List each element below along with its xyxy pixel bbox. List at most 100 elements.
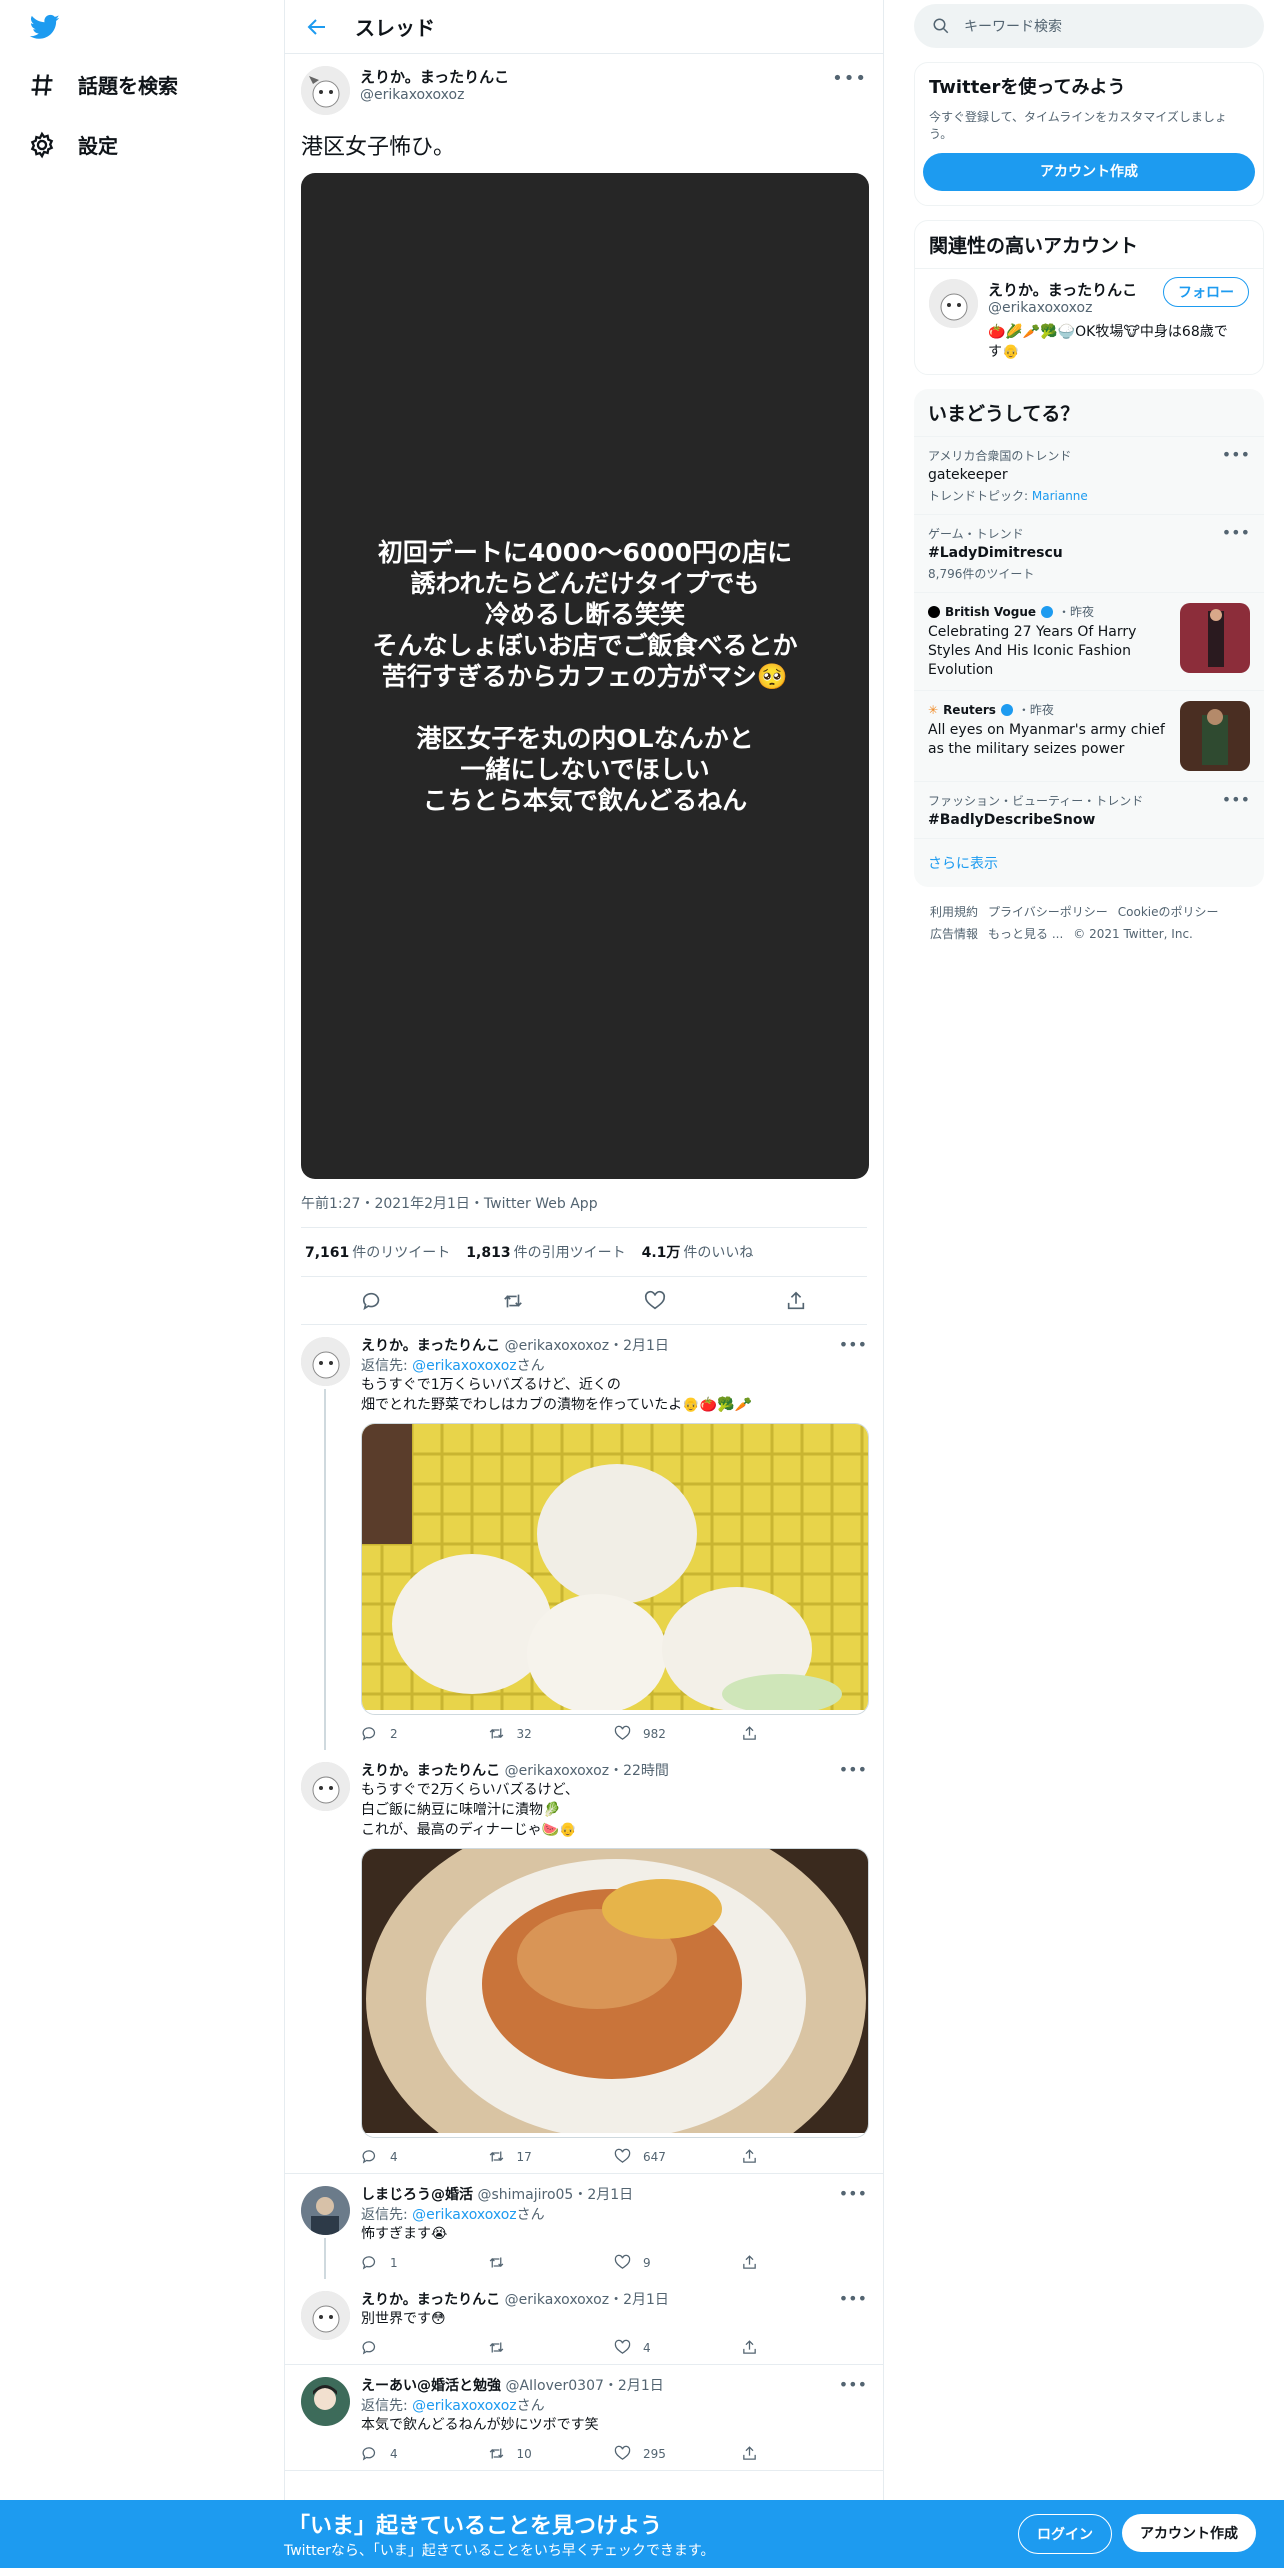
reply-author-handle[interactable]: @erikaxoxoxoz <box>505 1338 609 1354</box>
reply-to-link[interactable]: @erikaxoxoxoz <box>412 2207 516 2223</box>
retweet-icon[interactable] <box>502 1290 524 1312</box>
follow-button[interactable]: フォロー <box>1163 277 1249 307</box>
nav-explore[interactable]: 話題を検索 <box>28 70 178 99</box>
reply-author-handle[interactable]: @erikaxoxoxoz <box>505 2292 609 2308</box>
reply-tweet[interactable]: えりか。まったりんこ @erikaxoxoxoz・22時間 ••• もうすぐで2… <box>285 1750 883 2174</box>
like-button[interactable]: 982 <box>614 1725 741 1742</box>
twitter-logo-icon[interactable] <box>28 12 62 42</box>
avatar[interactable] <box>301 2291 350 2340</box>
reply-to-link[interactable]: @erikaxoxoxoz <box>412 1358 516 1374</box>
tweet-timestamp[interactable]: 午前1:27・2021年2月1日・Twitter Web App <box>301 1179 867 1228</box>
signup-banner: 「いま」起きていることを見つけよう Twitterなら、「いま」起きていることを… <box>0 2500 1284 2568</box>
like-count[interactable]: 4.1万 件のいいね <box>642 1242 754 1262</box>
reply-button[interactable]: 4 <box>361 2148 488 2165</box>
more-options-icon[interactable]: ••• <box>1222 445 1250 464</box>
author-name[interactable]: えりか。まったりんこ <box>360 66 509 87</box>
retweet-button[interactable] <box>488 2339 615 2356</box>
reply-tweet[interactable]: えーあい@婚活と勉強 @AIlover0307・2月1日 ••• 返信先: @e… <box>285 2365 883 2471</box>
quote-count[interactable]: 1,813 件の引用ツイート <box>466 1242 625 1262</box>
reply-icon[interactable] <box>361 1290 383 1312</box>
more-options-icon[interactable]: ••• <box>1222 523 1250 542</box>
news-item[interactable]: ✳ Reuters ・昨夜 All eyes on Myanmar's army c… <box>914 690 1264 781</box>
related-account[interactable]: えりか。まったりんこ @erikaxoxoxoz 🍅🌽🥕🥦🍚OK牧場🐮中身は68… <box>915 268 1263 374</box>
reply-author-handle[interactable]: @shimajiro05 <box>477 2187 573 2203</box>
login-button[interactable]: ログイン <box>1018 2514 1112 2554</box>
reply-to-line: 返信先: @erikaxoxoxozさん <box>361 2398 545 2414</box>
share-button[interactable] <box>741 2339 868 2356</box>
more-options-icon[interactable]: ••• <box>839 2375 867 2394</box>
like-button[interactable]: 9 <box>614 2254 741 2271</box>
avatar[interactable] <box>929 279 978 328</box>
share-icon[interactable] <box>785 1290 807 1312</box>
create-account-button[interactable]: アカウント作成 <box>923 153 1255 191</box>
more-options-icon[interactable]: ••• <box>832 68 867 89</box>
more-options-icon[interactable]: ••• <box>839 2184 867 2203</box>
reply-time[interactable]: ・22時間 <box>609 1763 669 1779</box>
reply-author-name[interactable]: えーあい@婚活と勉強 <box>361 2378 501 2394</box>
reply-tweet[interactable]: えりか。まったりんこ @erikaxoxoxoz・2月1日 ••• 別世界です😳… <box>285 2279 883 2365</box>
reply-button[interactable]: 4 <box>361 2445 488 2462</box>
trend-item[interactable]: ゲーム・トレンド #LadyDimitrescu 8,796件のツイート ••• <box>914 514 1264 592</box>
avatar[interactable] <box>301 2186 350 2235</box>
footer-link[interactable]: 利用規約 <box>930 905 978 919</box>
reply-time[interactable]: ・2月1日 <box>609 2292 669 2308</box>
nav-settings[interactable]: 設定 <box>28 130 118 159</box>
story-line: 初回デートに4000〜6000円の店に <box>377 537 793 567</box>
signup-button[interactable]: アカウント作成 <box>1122 2514 1256 2552</box>
retweet-button[interactable]: 10 <box>488 2445 615 2462</box>
trend-topic-link[interactable]: Marianne <box>1032 489 1088 503</box>
reply-to-link[interactable]: @erikaxoxoxoz <box>412 2398 516 2414</box>
show-more-link[interactable]: さらに表示 <box>914 838 1264 887</box>
reply-button[interactable] <box>361 2339 488 2356</box>
search-box[interactable]: キーワード検索 <box>914 4 1264 48</box>
share-button[interactable] <box>741 2148 868 2165</box>
like-icon[interactable] <box>644 1290 666 1312</box>
like-button[interactable]: 647 <box>614 2148 741 2165</box>
reply-author-name[interactable]: えりか。まったりんこ <box>361 2292 500 2308</box>
more-options-icon[interactable]: ••• <box>839 1335 867 1354</box>
like-icon <box>614 2148 631 2163</box>
avatar[interactable] <box>301 1337 350 1386</box>
tweet-image[interactable]: 初回デートに4000〜6000円の店に 誘われたらどんだけタイプでも 冷めるし断… <box>301 173 869 1179</box>
reply-button[interactable]: 2 <box>361 1725 488 1742</box>
reply-author-handle[interactable]: @AIlover0307 <box>505 2378 603 2394</box>
tweet-photo-turnips[interactable] <box>361 1423 869 1715</box>
like-button[interactable]: 295 <box>614 2445 741 2462</box>
trend-item[interactable]: アメリカ合衆国のトレンド gatekeeper トレンドトピック: Marian… <box>914 436 1264 514</box>
share-button[interactable] <box>741 2254 868 2271</box>
retweet-button[interactable]: 32 <box>488 1725 615 1742</box>
reply-author-name[interactable]: えりか。まったりんこ <box>361 1338 500 1354</box>
retweet-button[interactable] <box>488 2254 615 2271</box>
share-button[interactable] <box>741 1725 868 1742</box>
footer-link[interactable]: Cookieのポリシー <box>1118 905 1219 919</box>
reply-author-name[interactable]: しまじろう@婚活 <box>361 2187 473 2203</box>
footer-link[interactable]: プライバシーポリシー <box>988 905 1108 919</box>
footer-link[interactable]: 広告情報 <box>930 927 978 941</box>
trend-item[interactable]: ファッション・ビューティー・トレンド #BadlyDescribeSnow ••… <box>914 781 1264 838</box>
more-options-icon[interactable]: ••• <box>1222 790 1250 809</box>
author-handle[interactable]: @erikaxoxoxoz <box>360 87 509 103</box>
more-options-icon[interactable]: ••• <box>839 1760 867 1779</box>
avatar[interactable] <box>301 2377 350 2426</box>
news-item[interactable]: British Vogue ・昨夜 Celebrating 27 Years Of… <box>914 592 1264 690</box>
like-button[interactable]: 4 <box>614 2339 741 2356</box>
retweet-button[interactable]: 17 <box>488 2148 615 2165</box>
footer-link[interactable]: もっと見る ... <box>988 927 1063 941</box>
reply-button[interactable]: 1 <box>361 2254 488 2271</box>
avatar[interactable] <box>301 1762 350 1811</box>
reply-author-handle[interactable]: @erikaxoxoxoz <box>505 1763 609 1779</box>
more-options-icon[interactable]: ••• <box>839 2289 867 2308</box>
reply-author-name[interactable]: えりか。まったりんこ <box>361 1763 500 1779</box>
reply-tweet[interactable]: えりか。まったりんこ @erikaxoxoxoz・2月1日 ••• 返信先: @… <box>285 1325 883 1750</box>
reply-tweet[interactable]: しまじろう@婚活 @shimajiro05・2月1日 ••• 返信先: @eri… <box>285 2174 883 2279</box>
avatar[interactable] <box>301 66 350 115</box>
retweet-count[interactable]: 7,161 件のリツイート <box>305 1242 450 1262</box>
banner-subtitle: Twitterなら、「いま」起きていることをいち早くチェックできます。 <box>284 2543 715 2559</box>
reply-time[interactable]: ・2月1日 <box>604 2378 664 2394</box>
share-button[interactable] <box>741 2445 868 2462</box>
reply-time[interactable]: ・2月1日 <box>609 1338 669 1354</box>
retweet-icon <box>489 2342 503 2353</box>
tweet-photo-natto[interactable] <box>361 1848 869 2138</box>
reply-time[interactable]: ・2月1日 <box>573 2187 633 2203</box>
back-arrow-icon[interactable] <box>305 15 329 39</box>
